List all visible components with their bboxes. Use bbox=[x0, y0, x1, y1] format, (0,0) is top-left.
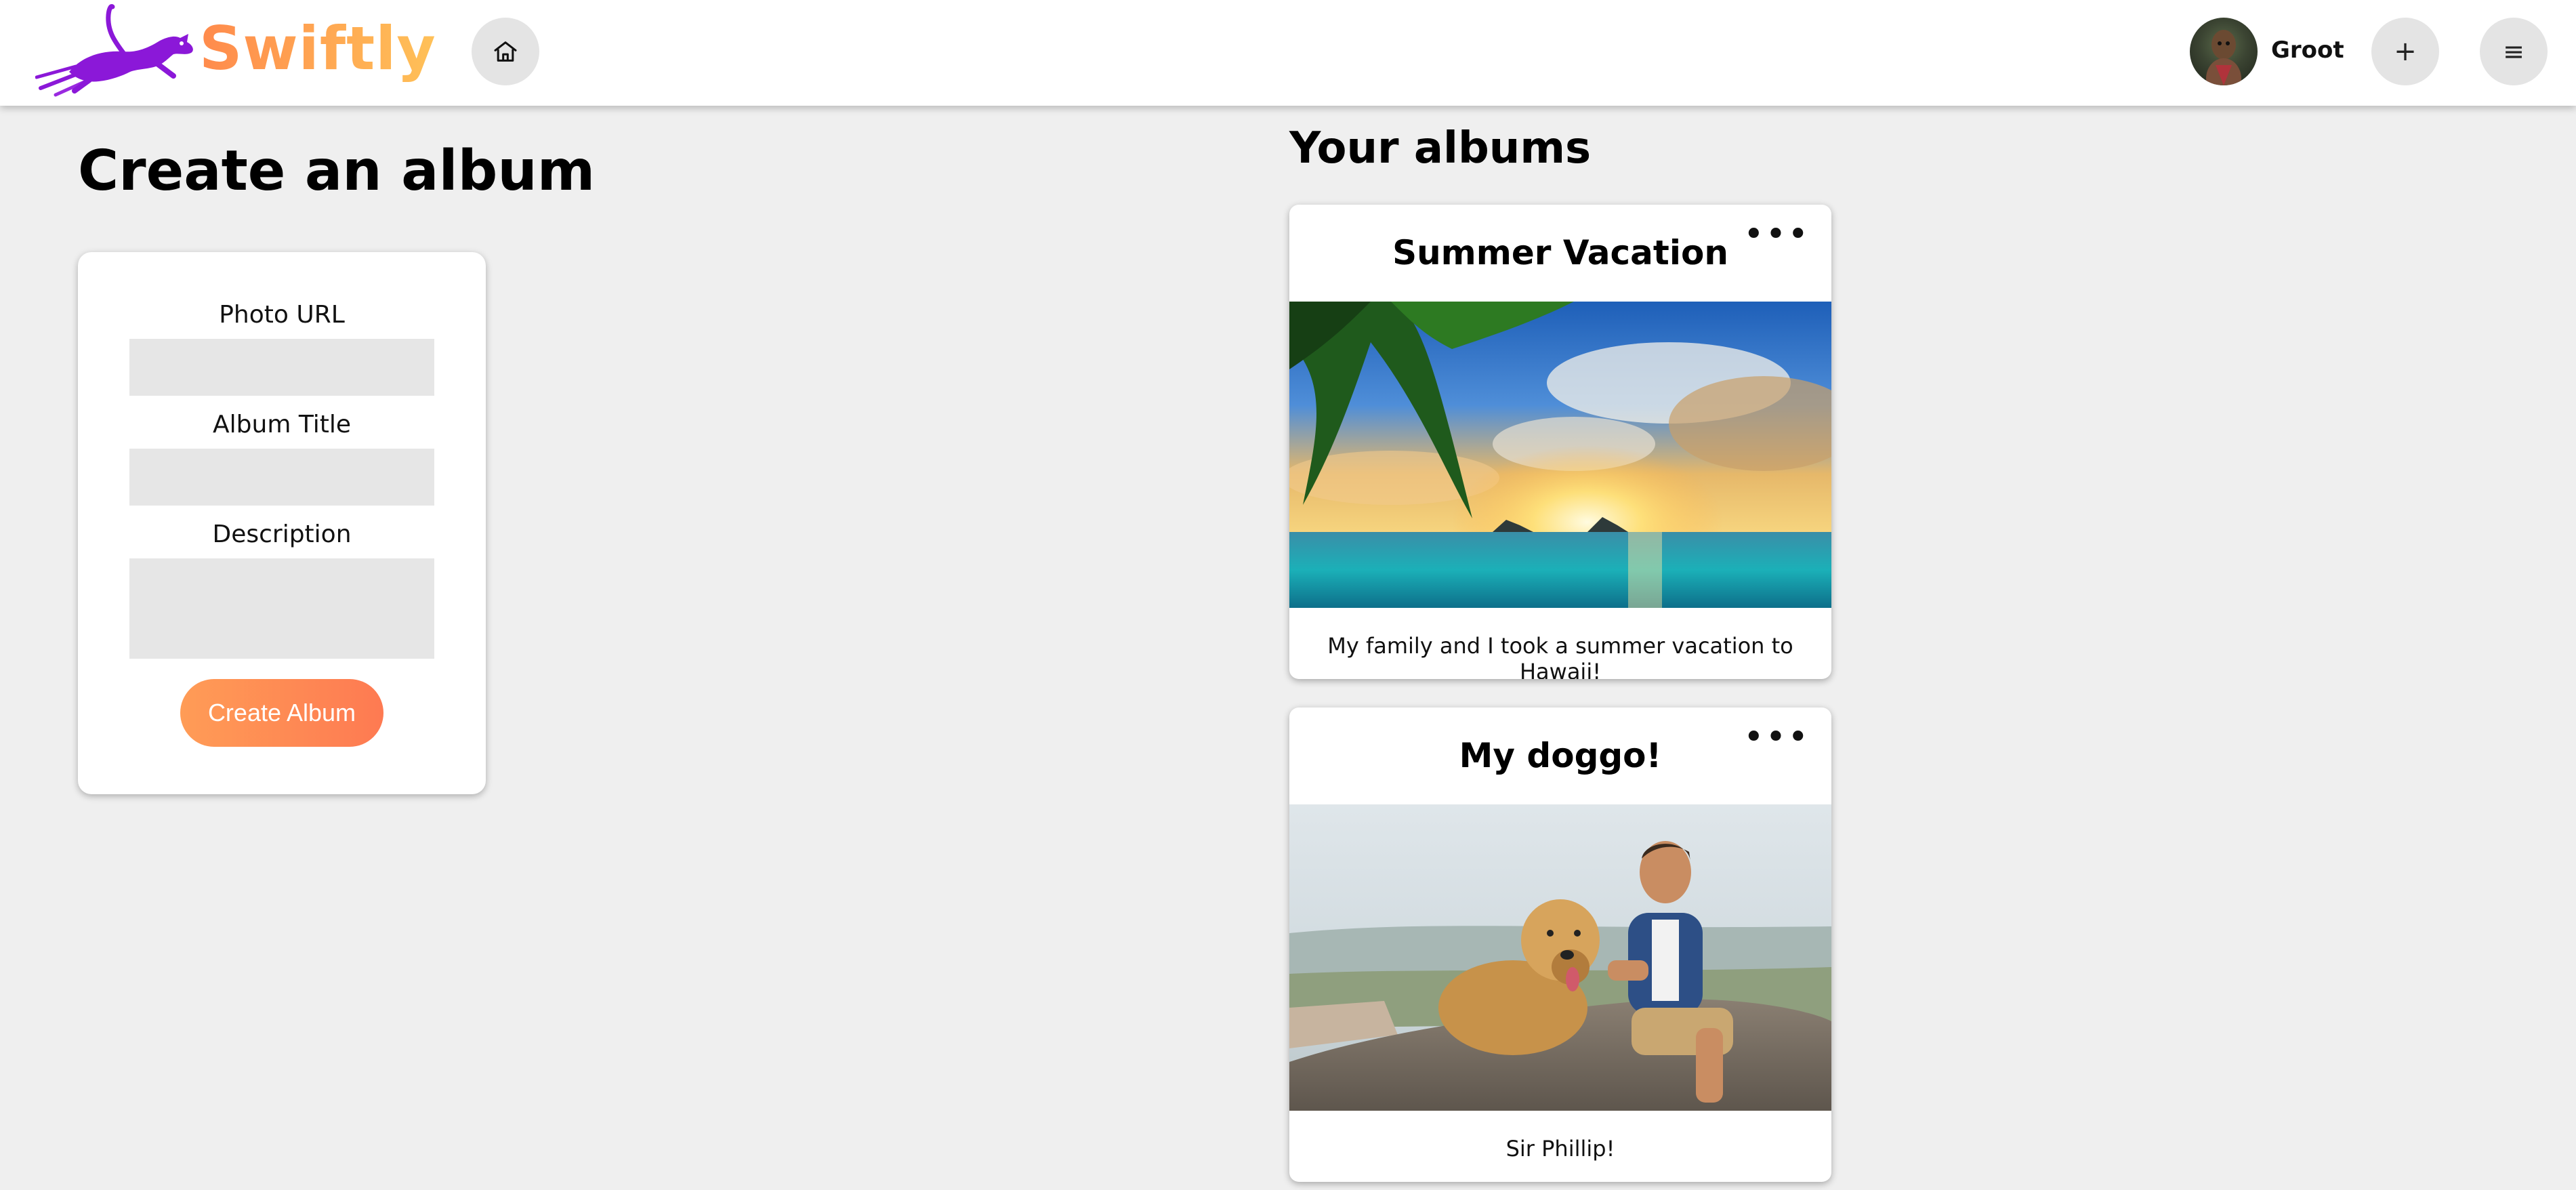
photo-url-label: Photo URL bbox=[219, 301, 345, 329]
user-avatar[interactable] bbox=[2190, 18, 2258, 85]
username-label[interactable]: Groot bbox=[2271, 37, 2344, 64]
create-album-form: Photo URL Album Title Description Create… bbox=[78, 252, 486, 794]
album-title-input[interactable] bbox=[129, 449, 434, 506]
more-options-icon[interactable]: ••• bbox=[1743, 217, 1810, 252]
panther-logo-icon bbox=[35, 4, 193, 97]
album-photo-beach bbox=[1289, 302, 1831, 608]
add-button[interactable]: + bbox=[2371, 18, 2439, 85]
top-navbar: Swiftly Groot + ≡ bbox=[0, 0, 2576, 106]
home-button[interactable] bbox=[472, 18, 539, 85]
album-title-label: Album Title bbox=[213, 411, 351, 438]
create-album-button[interactable]: Create Album bbox=[180, 679, 383, 747]
description-textarea[interactable] bbox=[129, 558, 434, 659]
album-photo-dog bbox=[1289, 804, 1831, 1111]
create-album-heading: Create an album bbox=[78, 139, 596, 203]
brand-name: Swiftly bbox=[199, 14, 436, 83]
groot-avatar-image bbox=[2206, 30, 2241, 85]
more-options-icon[interactable]: ••• bbox=[1743, 720, 1810, 755]
album-description: My family and I took a summer vacation t… bbox=[1327, 633, 1793, 679]
hamburger-menu-icon: ≡ bbox=[2503, 37, 2525, 66]
album-description: Sir Phillip! bbox=[1505, 1136, 1615, 1162]
photo-url-input[interactable] bbox=[129, 339, 434, 396]
swiftly-logo[interactable]: Swiftly bbox=[35, 1, 436, 100]
your-albums-heading: Your albums bbox=[1289, 123, 1592, 173]
home-icon bbox=[494, 41, 517, 62]
album-card[interactable]: Summer Vacation ••• My family and I took… bbox=[1289, 205, 1831, 679]
album-card[interactable]: My doggo! ••• Sir Phillip! bbox=[1289, 707, 1831, 1182]
menu-button[interactable]: ≡ bbox=[2480, 18, 2548, 85]
plus-icon: + bbox=[2394, 36, 2417, 67]
description-label: Description bbox=[212, 520, 352, 548]
